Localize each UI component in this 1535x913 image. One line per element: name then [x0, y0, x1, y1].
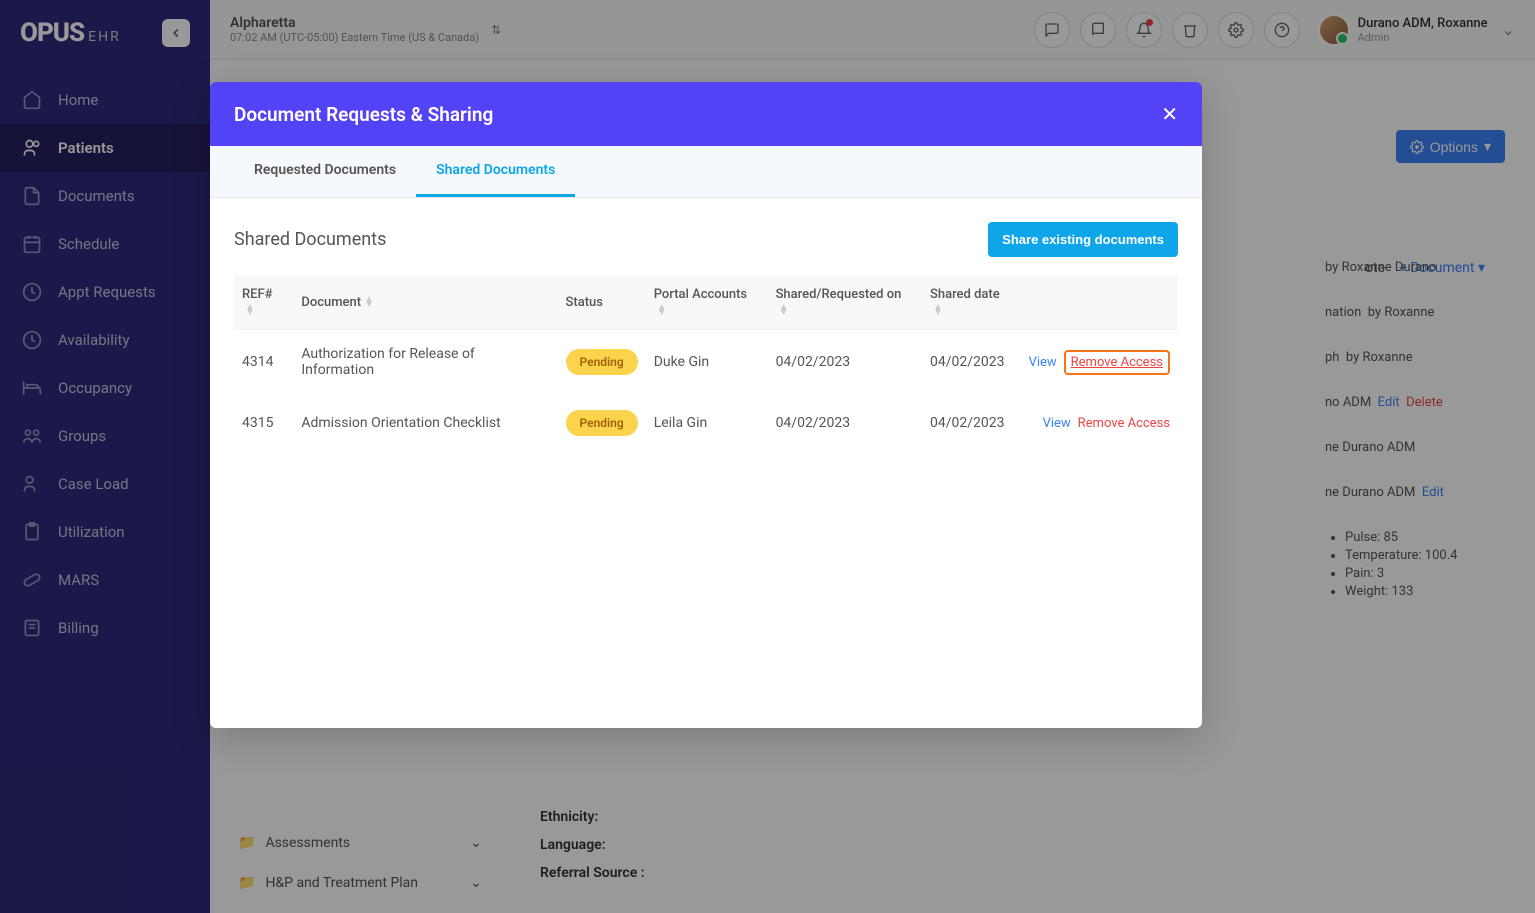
modal-title: Document Requests & Sharing: [234, 103, 493, 126]
cell-ref: 4314: [234, 330, 293, 395]
col-document[interactable]: Document▲▼: [293, 275, 557, 330]
table-row: 4314Authorization for Release of Informa…: [234, 330, 1178, 395]
cell-document: Admission Orientation Checklist: [293, 394, 557, 452]
col-shared-date[interactable]: Shared date▲▼: [922, 275, 1021, 330]
cell-portal: Leila Gin: [646, 394, 768, 452]
tab-requested-documents[interactable]: Requested Documents: [234, 146, 416, 197]
cell-document: Authorization for Release of Information: [293, 330, 557, 395]
status-badge: Pending: [566, 349, 638, 375]
remove-access-link[interactable]: Remove Access: [1064, 350, 1170, 375]
modal-tabs: Requested Documents Shared Documents: [210, 146, 1202, 198]
view-link[interactable]: View: [1029, 355, 1057, 370]
col-shared-on[interactable]: Shared/Requested on▲▼: [768, 275, 922, 330]
tab-shared-documents[interactable]: Shared Documents: [416, 146, 575, 197]
document-sharing-modal: Document Requests & Sharing ✕ Requested …: [210, 82, 1202, 728]
col-status: Status: [558, 275, 646, 330]
sort-icon: ▲▼: [364, 297, 374, 307]
cell-shared-on: 04/02/2023: [768, 330, 922, 395]
status-badge: Pending: [566, 410, 638, 436]
cell-portal: Duke Gin: [646, 330, 768, 395]
sort-icon: ▲▼: [245, 305, 255, 315]
cell-shared-date: 04/02/2023: [922, 394, 1021, 452]
modal-header: Document Requests & Sharing ✕: [210, 82, 1202, 146]
table-row: 4315Admission Orientation Checklist Pendi…: [234, 394, 1178, 452]
modal-body: Shared Documents Share existing document…: [210, 198, 1202, 728]
sort-icon: ▲▼: [933, 305, 943, 315]
cell-shared-on: 04/02/2023: [768, 394, 922, 452]
close-icon[interactable]: ✕: [1161, 102, 1178, 126]
col-portal[interactable]: Portal Accounts▲▼: [646, 275, 768, 330]
cell-shared-date: 04/02/2023: [922, 330, 1021, 395]
cell-actions: View Remove Access: [1021, 330, 1178, 395]
share-documents-button[interactable]: Share existing documents: [988, 222, 1178, 257]
sort-icon: ▲▼: [779, 305, 789, 315]
cell-actions: View Remove Access: [1021, 394, 1178, 452]
section-title: Shared Documents: [234, 229, 386, 250]
cell-status: Pending: [558, 394, 646, 452]
sort-icon: ▲▼: [657, 305, 667, 315]
col-ref[interactable]: REF#▲▼: [234, 275, 293, 330]
remove-access-link[interactable]: Remove Access: [1078, 416, 1170, 431]
cell-status: Pending: [558, 330, 646, 395]
view-link[interactable]: View: [1043, 416, 1071, 431]
shared-documents-table: REF#▲▼ Document▲▼ Status Portal Accounts…: [234, 275, 1178, 452]
cell-ref: 4315: [234, 394, 293, 452]
